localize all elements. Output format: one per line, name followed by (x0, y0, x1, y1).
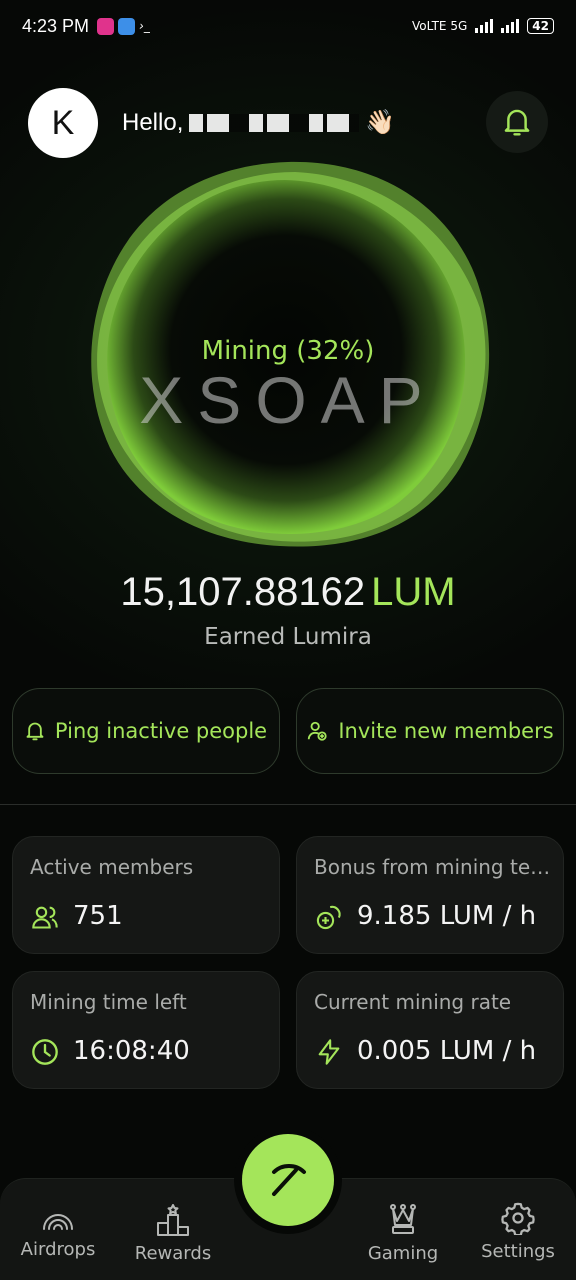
add-user-icon (308, 721, 327, 741)
battery-level: 42 (527, 18, 554, 34)
nav-airdrops-label: Airdrops (20, 1239, 96, 1260)
team-bonus-label: Bonus from mining team (314, 855, 558, 879)
clock-icon (32, 1039, 58, 1065)
invite-members-label: Invite new members (338, 719, 554, 743)
nav-airdrops[interactable]: Airdrops (3, 1179, 113, 1280)
airdrops-icon (43, 1214, 73, 1230)
mine-button[interactable] (242, 1134, 334, 1226)
mining-rate-card[interactable]: Current mining rate 0.005 LUM / h (296, 971, 564, 1089)
balance: 15,107.88162 LUM (0, 570, 576, 615)
active-members-card[interactable]: Active members 751 (12, 836, 280, 954)
signal-icon (475, 19, 494, 33)
lightning-icon (318, 1039, 340, 1065)
chess-queen-icon (390, 1204, 416, 1234)
status-right: VoLTE 5G 42 (412, 18, 554, 34)
balance-unit: LUM (371, 570, 456, 614)
balance-caption: Earned Lumira (204, 624, 372, 650)
nav-rewards-label: Rewards (134, 1243, 212, 1264)
divider (0, 804, 576, 805)
mining-time-card[interactable]: Mining time left 16:08:40 (12, 971, 280, 1089)
ping-inactive-button[interactable]: Ping inactive people (12, 688, 280, 774)
coins-icon (316, 905, 341, 930)
brand-watermark: XSOAP (139, 363, 437, 437)
nav-gaming[interactable]: Gaming (348, 1179, 458, 1280)
nav-gaming-label: Gaming (367, 1243, 439, 1264)
notifications-button[interactable] (486, 91, 548, 153)
active-members-value: 751 (73, 901, 123, 931)
invite-members-button[interactable]: Invite new members (296, 688, 564, 774)
avatar[interactable]: K (28, 88, 98, 158)
greeting-text: Hello, (122, 108, 184, 136)
users-icon (32, 906, 58, 929)
nav-settings-label: Settings (481, 1241, 555, 1262)
mining-time-label: Mining time left (30, 990, 187, 1014)
active-members-label: Active members (30, 855, 194, 879)
greeting: Hello, 👋🏻 (122, 108, 395, 137)
nav-rewards[interactable]: Rewards (118, 1179, 228, 1280)
mining-rate-label: Current mining rate (314, 990, 512, 1014)
balance-amount: 15,107.88162 (120, 570, 366, 614)
mining-rate-value: 0.005 LUM / h (357, 1036, 537, 1066)
gear-icon (501, 1202, 535, 1235)
status-bar: 4:23 PM ›_ VoLTE 5G 42 (0, 0, 576, 52)
bell-icon (26, 722, 44, 741)
podium-icon (157, 1204, 189, 1236)
status-time: 4:23 PM (22, 15, 90, 36)
app-notification-icon (97, 17, 115, 35)
app-notification-icon (118, 17, 136, 35)
ping-inactive-label: Ping inactive people (54, 719, 268, 743)
team-bonus-value: 9.185 LUM / h (357, 901, 537, 931)
signal-icon (501, 19, 520, 33)
team-bonus-card[interactable]: Bonus from mining team 9.185 LUM / h (296, 836, 564, 954)
pickaxe-icon (272, 1164, 306, 1196)
mining-time-value: 16:08:40 (73, 1036, 190, 1066)
wave-emoji: 👋🏻 (365, 109, 396, 136)
notification-icons: ›_ (97, 17, 153, 35)
terminal-icon: ›_ (139, 18, 150, 33)
bell-icon (504, 109, 530, 136)
nav-settings[interactable]: Settings (463, 1179, 573, 1280)
redacted-username (189, 113, 360, 132)
network-label: VoLTE 5G (411, 19, 468, 33)
